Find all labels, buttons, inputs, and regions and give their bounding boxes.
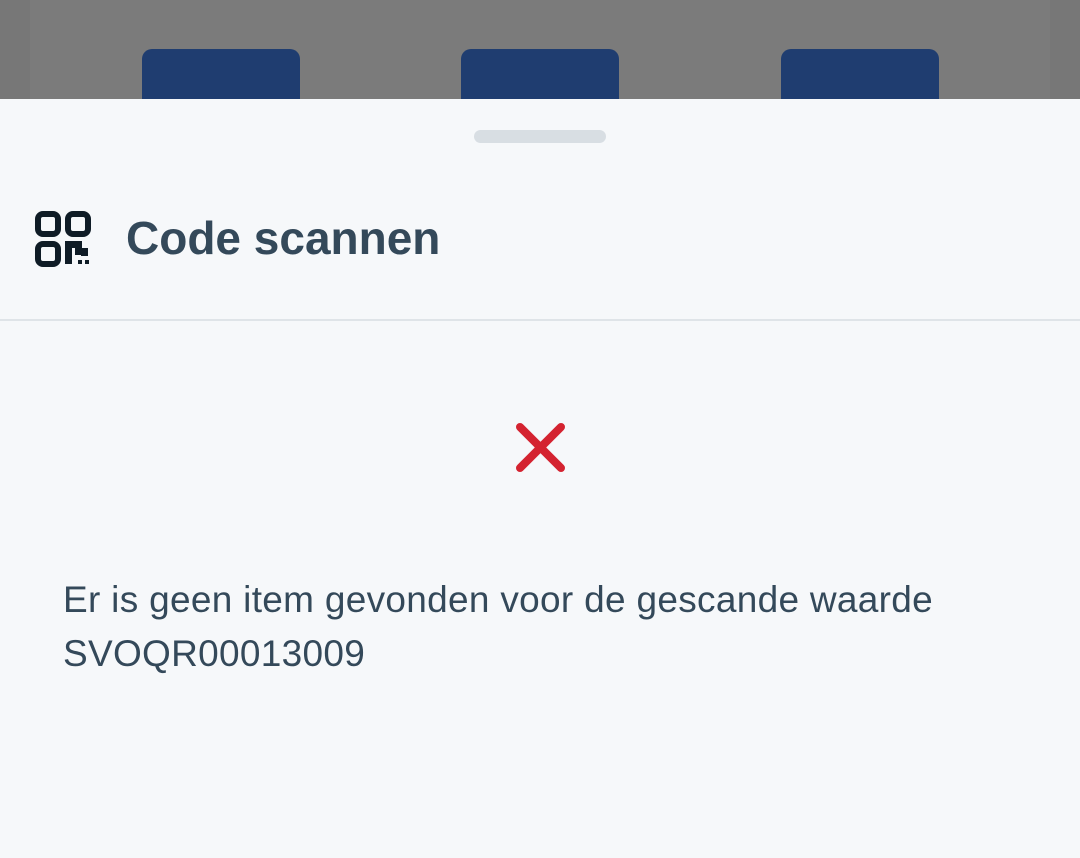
- bottom-sheet: Code scannen Er is geen item gevonden vo…: [0, 99, 1080, 858]
- drag-handle[interactable]: [474, 130, 606, 143]
- screen: Code scannen Er is geen item gevonden vo…: [0, 0, 1080, 858]
- qr-code-scan-icon: [35, 211, 91, 267]
- scanned-value: SVOQR00013009: [63, 633, 366, 674]
- error-message: Er is geen item gevonden voor de gescand…: [63, 573, 1023, 681]
- close-x-icon: [515, 422, 566, 473]
- sheet-title: Code scannen: [126, 212, 441, 264]
- sheet-header: Code scannen: [0, 169, 1080, 321]
- error-message-line: Er is geen item gevonden voor de gescand…: [63, 579, 934, 620]
